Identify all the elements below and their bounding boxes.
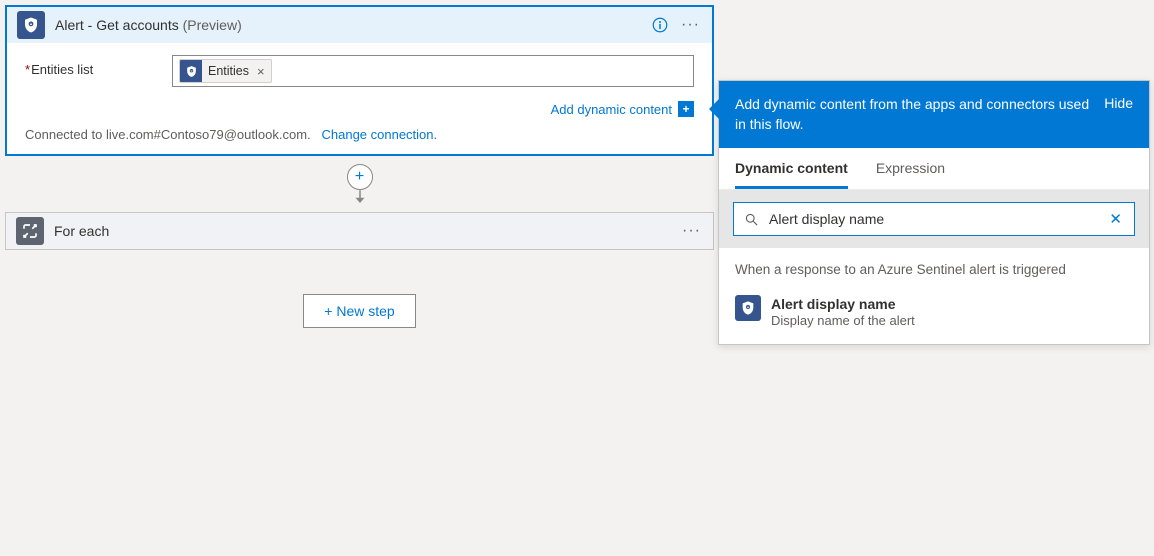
change-connection-link[interactable]: Change connection. xyxy=(321,127,437,142)
connected-account: live.com#Contoso79@outlook.com. xyxy=(106,127,311,142)
card-menu-button[interactable]: ··· xyxy=(680,222,703,240)
entities-field: *Entities list Entities × xyxy=(25,55,694,87)
search-input[interactable] xyxy=(769,211,1097,227)
arrow-down-icon xyxy=(351,190,369,204)
panel-callout-arrow xyxy=(709,99,719,119)
panel-header: Add dynamic content from the apps and co… xyxy=(719,81,1149,148)
sentinel-shield-icon xyxy=(180,60,202,82)
add-dynamic-content-link[interactable]: Add dynamic content xyxy=(551,102,672,117)
result-name: Alert display name xyxy=(771,295,915,313)
alert-get-accounts-card: Alert - Get accounts (Preview) ··· *Enti… xyxy=(5,5,714,156)
entities-label: *Entities list xyxy=(25,55,160,77)
sentinel-shield-icon xyxy=(17,11,45,39)
for-each-card: For each ··· xyxy=(5,212,714,250)
card-menu-button[interactable]: ··· xyxy=(679,16,702,34)
results-section-title: When a response to an Azure Sentinel ale… xyxy=(719,248,1149,287)
entities-input[interactable]: Entities × xyxy=(172,55,694,87)
panel-header-text: Add dynamic content from the apps and co… xyxy=(735,95,1092,134)
card-header[interactable]: Alert - Get accounts (Preview) ··· xyxy=(7,7,712,43)
panel-tabs: Dynamic content Expression xyxy=(719,148,1149,190)
search-icon xyxy=(744,212,759,227)
sentinel-shield-icon xyxy=(735,295,761,321)
search-box: ✕ xyxy=(733,202,1135,236)
step-connector: + xyxy=(5,164,714,204)
loop-icon xyxy=(16,217,44,245)
card-title-suffix: (Preview) xyxy=(183,17,242,33)
token-remove-button[interactable]: × xyxy=(255,64,271,79)
clear-search-button[interactable]: ✕ xyxy=(1107,210,1124,228)
entities-token[interactable]: Entities × xyxy=(179,59,272,83)
card-title: Alert - Get accounts (Preview) xyxy=(55,17,635,33)
insert-step-button[interactable]: + xyxy=(347,164,373,190)
card-title-main: Alert - Get accounts xyxy=(55,17,179,33)
result-desc: Display name of the alert xyxy=(771,313,915,330)
tab-expression[interactable]: Expression xyxy=(876,160,945,189)
card-title: For each xyxy=(54,223,670,239)
card-header[interactable]: For each ··· xyxy=(6,213,713,249)
hide-button[interactable]: Hide xyxy=(1104,95,1133,111)
add-dynamic-content-button[interactable]: + xyxy=(678,101,694,117)
dynamic-content-panel: Add dynamic content from the apps and co… xyxy=(718,80,1150,345)
result-alert-display-name[interactable]: Alert display name Display name of the a… xyxy=(719,287,1149,344)
connection-footer: Connected to live.com#Contoso79@outlook.… xyxy=(7,117,712,154)
info-icon[interactable] xyxy=(651,16,669,34)
new-step-button[interactable]: + New step xyxy=(303,294,415,328)
token-label: Entities xyxy=(202,64,255,78)
tab-dynamic-content[interactable]: Dynamic content xyxy=(735,160,848,189)
